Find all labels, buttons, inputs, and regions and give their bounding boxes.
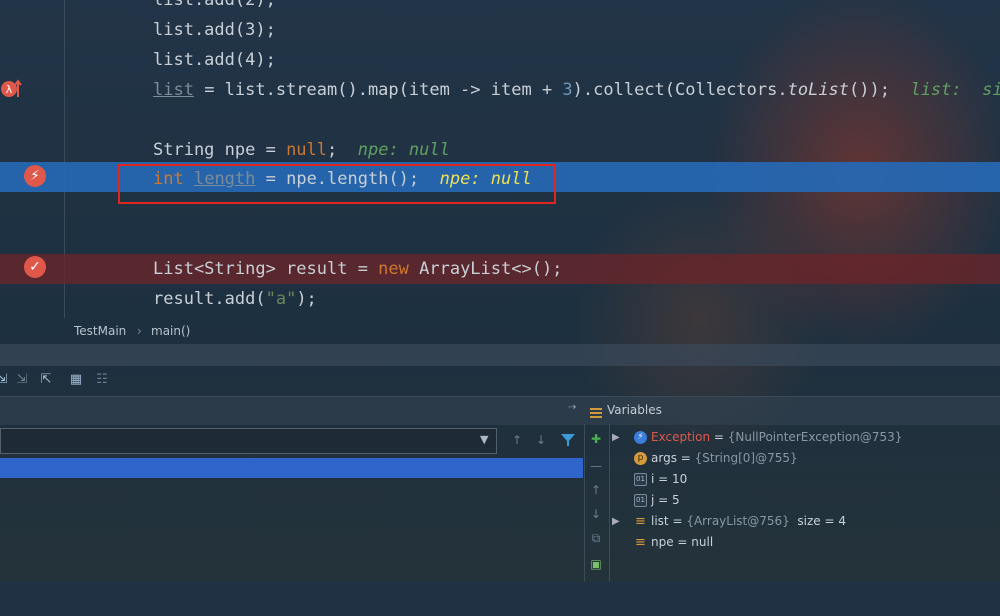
arrow-down-icon[interactable]: ↓ xyxy=(536,433,546,447)
show-watches-icon[interactable]: ▣ xyxy=(588,556,604,572)
code-line[interactable]: list = list.stream().map(item -> item + … xyxy=(0,75,1000,105)
code-line[interactable]: list.add(3); xyxy=(0,15,1000,45)
parameter-icon: p xyxy=(634,452,647,465)
force-step-icon[interactable]: ⇲ xyxy=(14,372,30,388)
breakpoint-line[interactable]: List<String> result = new ArrayList<>(); xyxy=(0,254,1000,284)
code-line[interactable]: result.add("a"); xyxy=(0,284,1000,314)
expand-arrow-icon[interactable]: ▶ xyxy=(612,511,624,532)
variable-value: null xyxy=(691,535,714,549)
variable-equals: = xyxy=(654,493,673,507)
variable-row-j[interactable]: 01 j = 5 xyxy=(612,490,680,511)
breadcrumb-class[interactable]: TestMain xyxy=(74,324,126,338)
field-icon: ≡ xyxy=(635,514,646,529)
arrow-up-icon[interactable]: ↑ xyxy=(512,433,522,447)
variable-equals: = xyxy=(654,472,673,486)
thread-selector[interactable] xyxy=(0,428,497,454)
code-line[interactable]: String npe = null; npe: null xyxy=(0,135,1000,165)
code-line[interactable]: list.add(4); xyxy=(0,45,1000,75)
list-variable: list xyxy=(153,80,194,100)
new-watch-icon[interactable]: ✚ xyxy=(588,431,604,447)
variable-row-i[interactable]: 01 i = 10 xyxy=(612,469,687,490)
exception-icon: ⚡ xyxy=(634,431,647,444)
variable-row-args[interactable]: p args = {String[0]@755} xyxy=(612,448,798,469)
variable-row-exception[interactable]: ▶ ⚡ Exception = {NullPointerException@75… xyxy=(612,427,902,448)
variable-value: 5 xyxy=(672,493,680,507)
code-fragment: List<String> result = xyxy=(153,259,379,279)
variable-equals: = xyxy=(710,430,728,444)
code-fragment: = list.stream().map(item -> item + xyxy=(193,80,563,100)
selected-frame-row[interactable] xyxy=(0,458,583,478)
number-literal: 3 xyxy=(562,80,573,100)
verified-breakpoint-icon[interactable]: ✓ xyxy=(24,256,46,278)
variables-icon xyxy=(590,404,602,418)
restore-layout-icon[interactable]: ⇢ xyxy=(568,402,576,413)
variable-name: args xyxy=(651,451,677,465)
variable-value: {NullPointerException@753} xyxy=(727,430,903,444)
lambda-label: λ xyxy=(6,83,13,96)
annotation-red-box xyxy=(118,164,556,204)
copy-icon[interactable]: ⧉ xyxy=(588,530,604,546)
variable-equals: = xyxy=(668,514,687,528)
breadcrumb-separator: › xyxy=(137,324,142,338)
expand-arrow-icon[interactable]: ▶ xyxy=(612,427,624,448)
move-up-icon[interactable]: ↑ xyxy=(588,482,604,498)
inline-value-hint: list: size xyxy=(910,80,1000,100)
code-text: result.add("a"); xyxy=(153,284,317,314)
primitive-icon: 01 xyxy=(634,494,647,507)
code-fragment: ); xyxy=(296,289,317,309)
null-keyword: null xyxy=(286,140,328,160)
code-fragment: result.add( xyxy=(153,289,266,309)
primitive-icon: 01 xyxy=(634,473,647,486)
inline-value-hint: npe: null xyxy=(337,140,450,160)
code-text: list.add(4); xyxy=(153,50,276,70)
field-icon: ≡ xyxy=(635,535,646,550)
lightning-icon: ⚡ xyxy=(30,168,40,184)
debug-toolbar xyxy=(0,366,1000,396)
exception-breakpoint-icon[interactable]: ⚡ xyxy=(24,165,46,187)
code-fragment: ; xyxy=(327,140,338,160)
filter-icon[interactable] xyxy=(560,432,576,452)
variable-value: {String[0]@755} xyxy=(694,451,798,465)
code-editor[interactable]: list.add(2); list.add(3); list.add(4); l… xyxy=(0,0,1000,318)
code-fragment: ArrayList<>(); xyxy=(408,259,563,279)
string-literal: "a" xyxy=(265,289,297,309)
variable-size: size = 4 xyxy=(789,514,847,528)
variable-row-list[interactable]: ▶ ≡ list = {ArrayList@756} size = 4 xyxy=(612,511,846,532)
code-text: String npe = null; npe: null xyxy=(153,135,450,165)
move-down-icon[interactable]: ↓ xyxy=(588,506,604,522)
code-fragment: ()); xyxy=(849,80,890,100)
step-icon[interactable]: ⇲ xyxy=(0,372,10,388)
code-text: list.add(3); xyxy=(153,20,276,40)
code-text: List<String> result = new ArrayList<>(); xyxy=(153,254,562,284)
breadcrumb-method[interactable]: main() xyxy=(151,324,190,338)
code-text: list.add(2); xyxy=(153,0,276,10)
breadcrumb: TestMain › main() xyxy=(0,318,1000,344)
variable-value: 10 xyxy=(672,472,688,486)
checkmark-icon: ✓ xyxy=(29,259,41,275)
code-fragment: String npe = xyxy=(153,140,287,160)
lambda-breakpoint-icon[interactable]: λ xyxy=(0,78,22,100)
run-to-cursor-icon[interactable]: ⇱ xyxy=(38,372,54,388)
variable-equals: = xyxy=(676,451,695,465)
variable-name: npe xyxy=(651,535,674,549)
code-line[interactable]: list.add(2); xyxy=(0,0,1000,15)
panel-splitter[interactable] xyxy=(0,344,1000,366)
code-text: list = list.stream().map(item -> item + … xyxy=(153,75,1000,105)
variables-title: Variables xyxy=(607,403,662,417)
code-fragment: ).collect(Collectors. xyxy=(572,80,788,100)
trace-icon[interactable]: ☷ xyxy=(94,372,110,388)
variable-row-npe[interactable]: ≡ npe = null xyxy=(612,532,713,553)
evaluate-expression-icon[interactable]: ▦ xyxy=(68,372,84,388)
new-keyword: new xyxy=(378,259,409,279)
variable-name: Exception xyxy=(651,430,711,444)
chevron-down-icon[interactable]: ▼ xyxy=(480,433,494,449)
static-method: toList xyxy=(787,80,850,100)
variable-value: {ArrayList@756} xyxy=(686,514,790,528)
variable-equals: = xyxy=(673,535,692,549)
remove-watch-icon[interactable]: — xyxy=(588,458,604,474)
variable-name: list xyxy=(651,514,669,528)
debug-panel-header xyxy=(0,396,1000,425)
